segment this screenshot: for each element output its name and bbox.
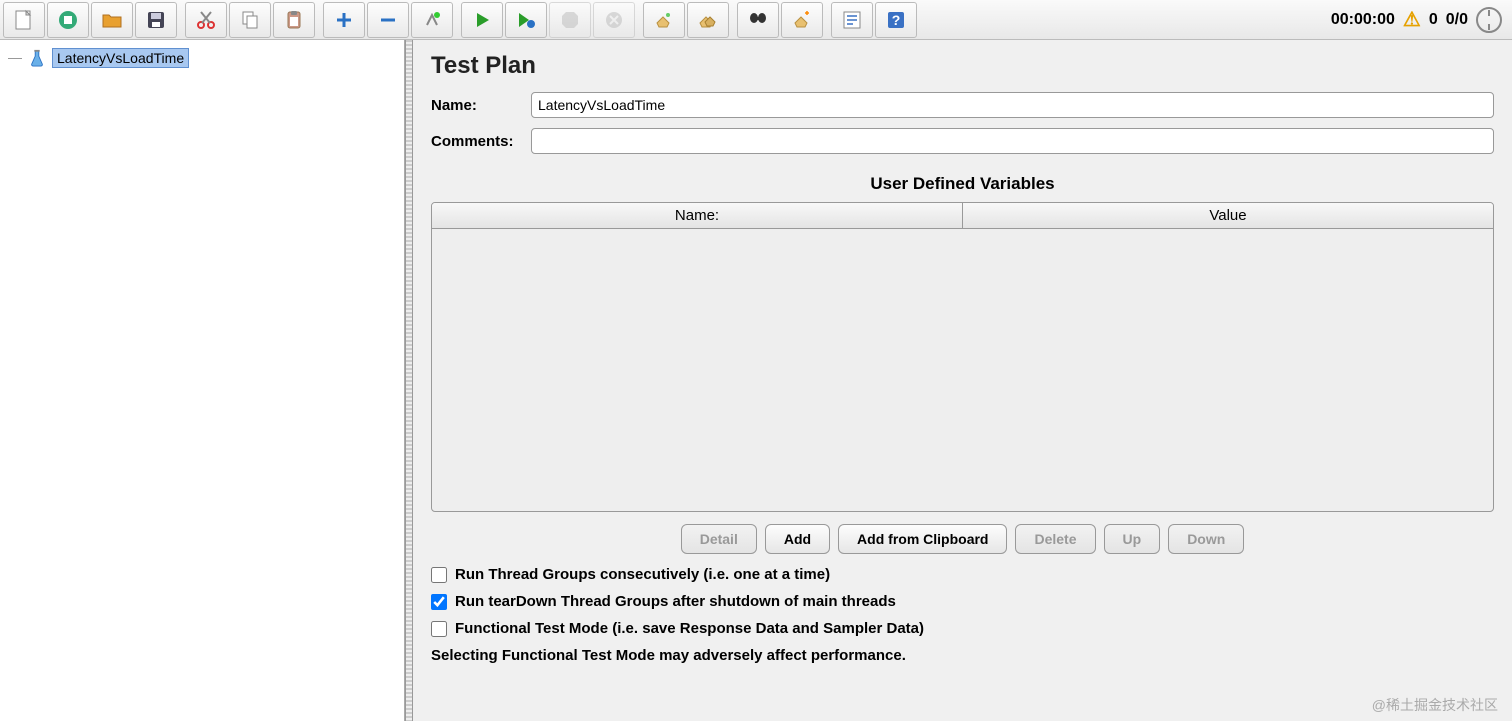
up-button[interactable]: Up [1104, 524, 1161, 554]
detail-button[interactable]: Detail [681, 524, 757, 554]
stop-button[interactable] [549, 2, 591, 38]
add-button[interactable]: Add [765, 524, 830, 554]
vars-section-title: User Defined Variables [431, 174, 1494, 194]
save-button[interactable] [135, 2, 177, 38]
main-toolbar: ? 00:00:00 ⚠ 0 0/0 [0, 0, 1512, 40]
reset-search-button[interactable] [781, 2, 823, 38]
run-teardown-label: Run tearDown Thread Groups after shutdow… [455, 593, 896, 610]
functional-note: Selecting Functional Test Mode may adver… [431, 647, 1494, 664]
search-button[interactable] [737, 2, 779, 38]
comments-input[interactable] [531, 128, 1494, 154]
delete-button[interactable]: Delete [1015, 524, 1095, 554]
gauge-icon[interactable] [1476, 7, 1502, 33]
name-label: Name: [431, 97, 531, 114]
watermark: @稀土掘金技术社区 [1372, 695, 1498, 715]
timer-display: 00:00:00 [1331, 11, 1395, 29]
status-area: 00:00:00 ⚠ 0 0/0 [1331, 7, 1510, 33]
col-value-header[interactable]: Value [963, 203, 1493, 228]
tree-connector [8, 58, 22, 59]
paste-button[interactable] [273, 2, 315, 38]
open-button[interactable] [91, 2, 133, 38]
warning-icon[interactable]: ⚠ [1403, 7, 1421, 32]
splitter[interactable] [405, 40, 413, 721]
name-input[interactable] [531, 92, 1494, 118]
clear-all-button[interactable] [687, 2, 729, 38]
tree-root-node[interactable]: LatencyVsLoadTime [4, 46, 400, 70]
comments-label: Comments: [431, 133, 531, 150]
clear-button[interactable] [643, 2, 685, 38]
warning-count: 0 [1429, 11, 1438, 29]
tree-panel: LatencyVsLoadTime [0, 40, 405, 721]
testplan-icon [28, 49, 46, 67]
svg-text:?: ? [892, 12, 901, 28]
run-consecutive-label: Run Thread Groups consecutively (i.e. on… [455, 566, 830, 583]
help-button[interactable]: ? [875, 2, 917, 38]
cut-button[interactable] [185, 2, 227, 38]
functional-mode-label: Functional Test Mode (i.e. save Response… [455, 620, 924, 637]
function-helper-button[interactable] [831, 2, 873, 38]
panel-title: Test Plan [431, 52, 1494, 80]
shutdown-button[interactable] [593, 2, 635, 38]
run-consecutive-checkbox[interactable] [431, 567, 447, 583]
collapse-button[interactable] [367, 2, 409, 38]
col-name-header[interactable]: Name: [432, 203, 963, 228]
tree-root-label[interactable]: LatencyVsLoadTime [52, 48, 189, 68]
variables-table[interactable]: Name: Value [431, 202, 1494, 512]
toggle-button[interactable] [411, 2, 453, 38]
copy-button[interactable] [229, 2, 271, 38]
content-panel: Test Plan Name: Comments: User Defined V… [413, 40, 1512, 721]
start-no-timers-button[interactable] [505, 2, 547, 38]
templates-button[interactable] [47, 2, 89, 38]
functional-mode-checkbox[interactable] [431, 621, 447, 637]
down-button[interactable]: Down [1168, 524, 1244, 554]
run-teardown-checkbox[interactable] [431, 594, 447, 610]
new-button[interactable] [3, 2, 45, 38]
add-from-clipboard-button[interactable]: Add from Clipboard [838, 524, 1007, 554]
thread-count: 0/0 [1446, 11, 1468, 29]
expand-button[interactable] [323, 2, 365, 38]
start-button[interactable] [461, 2, 503, 38]
